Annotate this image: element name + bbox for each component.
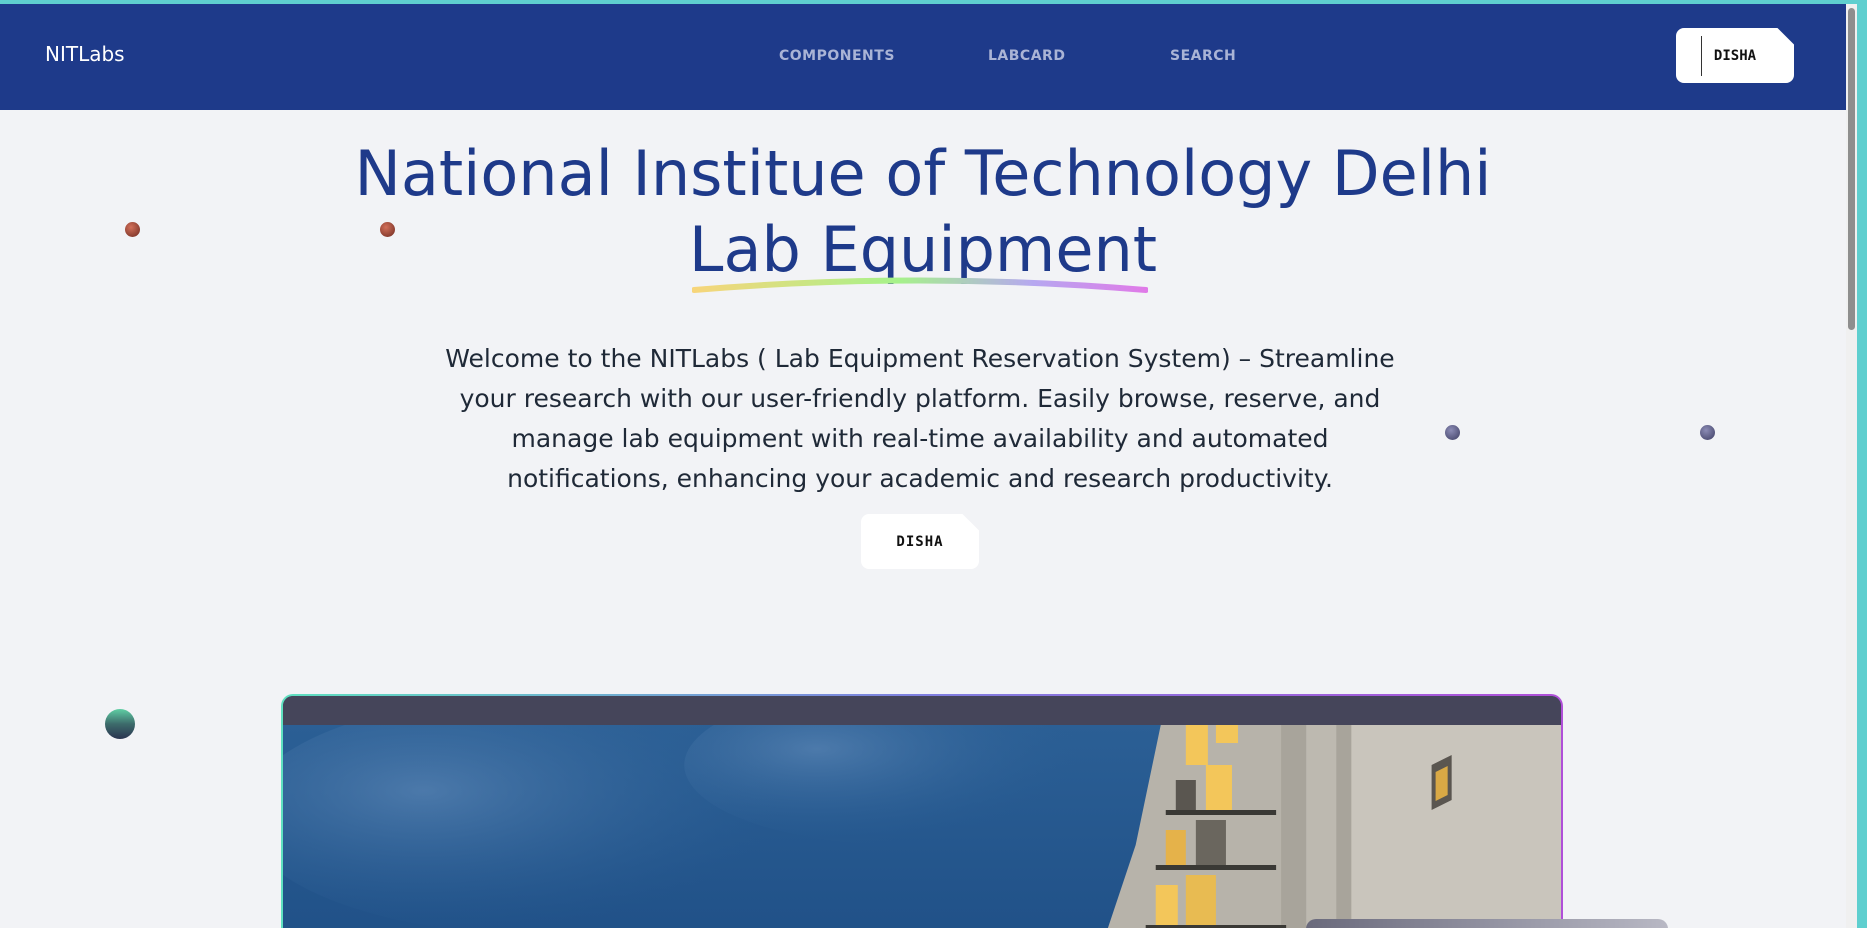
page-scrollbar[interactable] xyxy=(1846,4,1857,928)
button-divider xyxy=(1701,36,1702,76)
browser-viewport: NITLabs COMPONENTS LABCARD SEARCH DISHA … xyxy=(0,4,1846,928)
hero-title: National Institue of Technology Delhi La… xyxy=(0,136,1846,288)
hero-description: Welcome to the NITLabs ( Lab Equipment R… xyxy=(445,344,1395,493)
navbar: NITLabs COMPONENTS LABCARD SEARCH DISHA xyxy=(0,4,1846,110)
hero-cta-button[interactable]: DISHA xyxy=(861,514,979,569)
decorative-dot xyxy=(1700,425,1715,440)
hero-cta-label: DISHA xyxy=(896,533,944,550)
campus-image-frame xyxy=(281,694,1563,928)
hero-title-line1: National Institue of Technology Delhi xyxy=(354,137,1492,210)
campus-building-image xyxy=(283,725,1561,928)
nav-link-search[interactable]: SEARCH xyxy=(1170,48,1236,64)
floating-card-edge xyxy=(1306,919,1668,928)
user-profile-button[interactable]: DISHA xyxy=(1676,28,1794,83)
frame-titlebar xyxy=(283,696,1561,725)
user-profile-label: DISHA xyxy=(1713,47,1757,64)
scrollbar-thumb[interactable] xyxy=(1848,8,1855,330)
nav-link-labcard[interactable]: LABCARD xyxy=(988,48,1065,64)
brand-logo[interactable]: NITLabs xyxy=(45,42,125,66)
rainbow-underline xyxy=(692,277,1148,293)
decorative-orb xyxy=(105,709,135,739)
frame-inner xyxy=(283,696,1561,928)
nav-link-components[interactable]: COMPONENTS xyxy=(779,48,895,64)
decorative-dot xyxy=(1445,425,1460,440)
